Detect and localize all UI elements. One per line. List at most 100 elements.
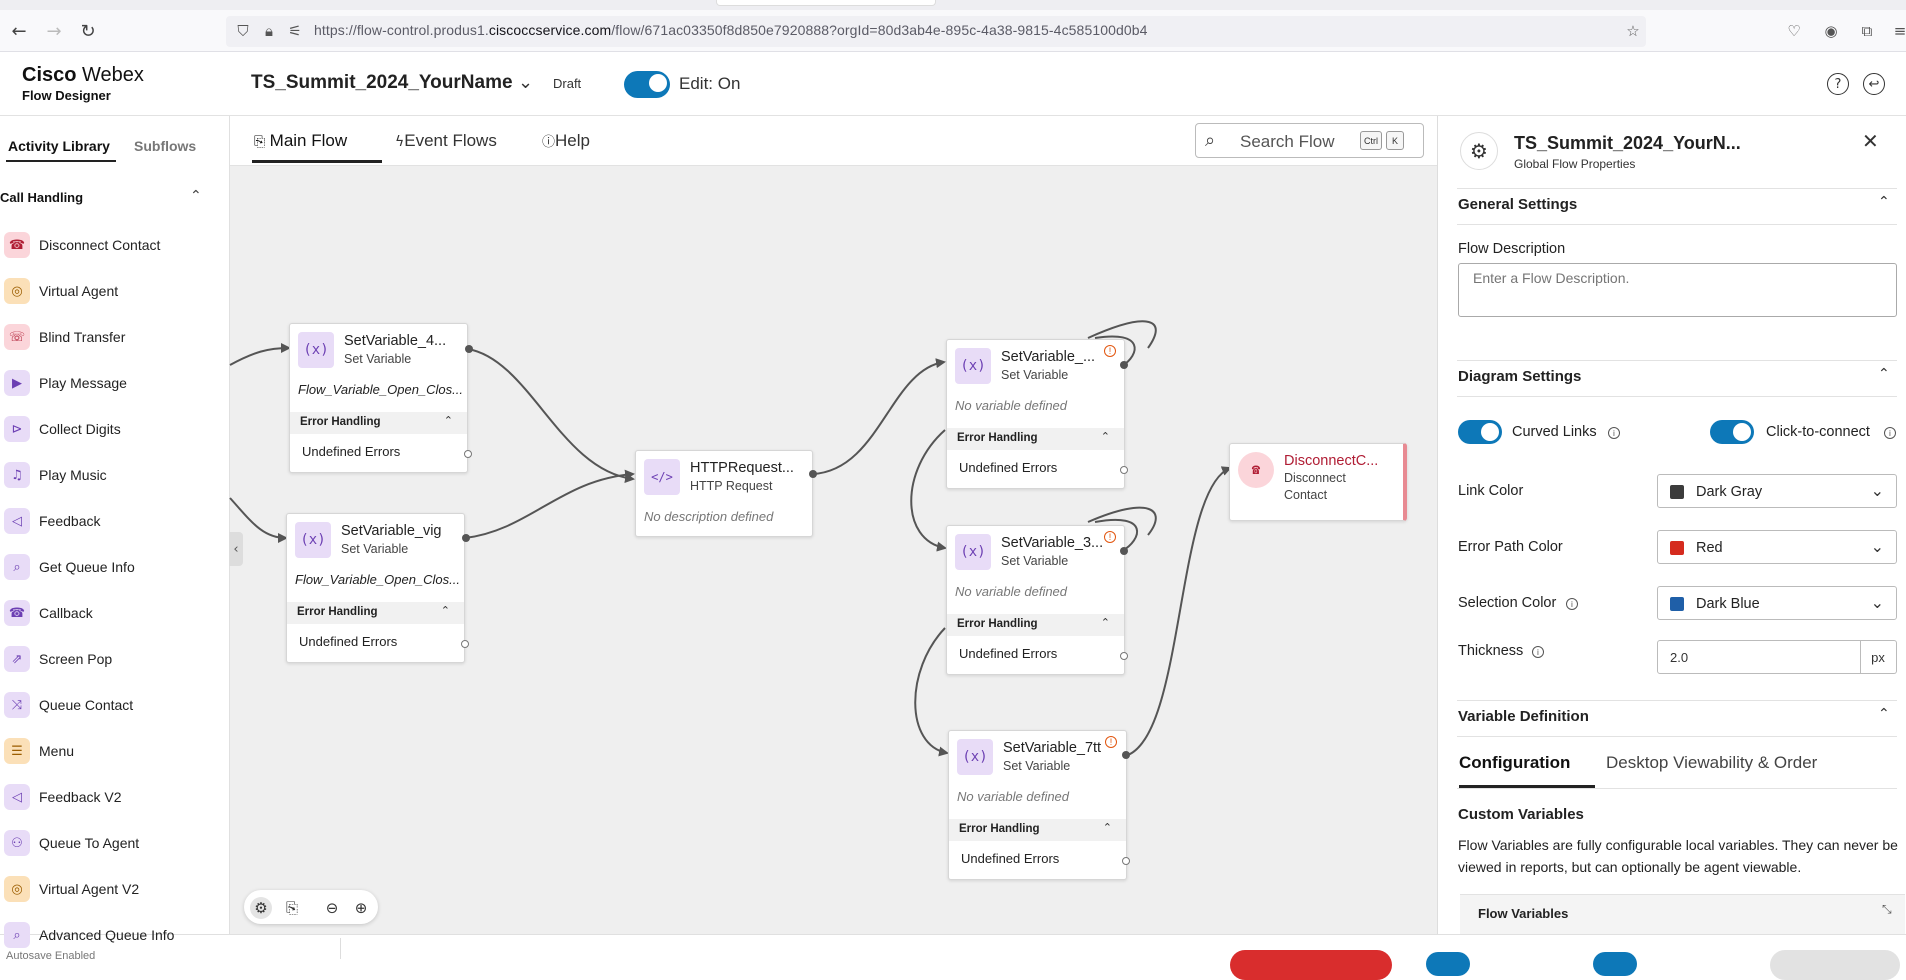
error-port[interactable]	[461, 640, 469, 648]
info-icon[interactable]: i	[1884, 427, 1896, 439]
chevron-up-icon[interactable]: ⌃	[1101, 616, 1110, 629]
click-to-connect-toggle[interactable]	[1710, 420, 1754, 444]
chevron-up-icon[interactable]: ⌃	[441, 604, 450, 617]
activity-item[interactable]: ⊳ Collect Digits	[0, 410, 228, 450]
expand-icon[interactable]: ⤡	[1882, 902, 1892, 917]
section-diagram-settings[interactable]: Diagram Settings	[1458, 368, 1581, 385]
activity-item[interactable]: ⚇ Queue To Agent	[0, 824, 228, 864]
back-arrow-icon[interactable]: ←	[8, 20, 30, 42]
tab-activity-library[interactable]: Activity Library	[8, 138, 110, 154]
pocket-icon[interactable]: ♡	[1783, 20, 1805, 42]
section-general-settings[interactable]: General Settings	[1458, 196, 1577, 213]
shield-icon[interactable]: ⛉	[232, 20, 254, 42]
tab-configuration[interactable]: Configuration	[1459, 753, 1570, 773]
activity-item[interactable]: ♫ Play Music	[0, 456, 228, 496]
error-handling-header[interactable]: Error Handling ⌃	[947, 428, 1124, 450]
browser-tab[interactable]	[716, 0, 936, 6]
error-port[interactable]	[1120, 466, 1128, 474]
close-icon[interactable]: ✕	[1862, 129, 1879, 153]
output-port[interactable]	[465, 345, 473, 353]
warning-icon[interactable]: !	[1105, 736, 1117, 748]
chevron-down-icon[interactable]: ⌄	[518, 72, 533, 93]
node-setvariable-3[interactable]: (x) SetVariable_3... Set Variable No var…	[946, 525, 1125, 675]
output-port[interactable]	[1120, 361, 1128, 369]
tab-help[interactable]: ⓘHelp	[542, 131, 590, 151]
zoom-in-icon[interactable]: ⊕	[350, 897, 372, 919]
footer-toggle-2[interactable]	[1593, 952, 1637, 976]
gear-icon[interactable]: ⚙	[250, 897, 272, 919]
help-icon[interactable]: ?	[1827, 73, 1849, 95]
activity-item[interactable]: ◎ Virtual Agent	[0, 272, 228, 312]
reload-icon[interactable]: ↻	[77, 20, 99, 42]
info-icon[interactable]: i	[1532, 646, 1544, 658]
activity-item[interactable]: ◎ Virtual Agent V2	[0, 870, 228, 910]
account-icon[interactable]: ◉	[1820, 20, 1842, 42]
section-call-handling[interactable]: Call Handling	[0, 190, 83, 205]
tab-desktop-viewability[interactable]: Desktop Viewability & Order	[1606, 753, 1817, 773]
activity-item[interactable]: ☎ Callback	[0, 594, 228, 634]
error-port[interactable]	[1120, 652, 1128, 660]
lock-icon[interactable]: 🔒︎	[258, 20, 280, 42]
activity-item[interactable]: ⇗ Screen Pop	[0, 640, 228, 680]
error-port[interactable]	[464, 450, 472, 458]
chevron-up-icon[interactable]: ⌃	[190, 188, 202, 204]
warning-icon[interactable]: !	[1104, 345, 1116, 357]
error-handling-header[interactable]: Error Handling ⌃	[947, 614, 1124, 636]
activity-item[interactable]: ◁ Feedback V2	[0, 778, 228, 818]
error-handling-header[interactable]: Error Handling ⌃	[290, 412, 467, 434]
link-color-select[interactable]: Dark Gray ⌄	[1657, 474, 1897, 508]
node-setvariable-a[interactable]: (x) SetVariable_... Set Variable No vari…	[946, 339, 1125, 489]
clipboard-icon[interactable]: ⎘	[281, 897, 303, 919]
permissions-icon[interactable]: ⚟	[284, 20, 306, 42]
publish-button[interactable]	[1230, 950, 1392, 980]
footer-toggle-1[interactable]	[1426, 952, 1470, 976]
footer-secondary-button[interactable]	[1770, 950, 1900, 980]
tab-event-flows[interactable]: ϟEvent Flows	[395, 131, 497, 151]
activity-item[interactable]: ⌕ Advanced Queue Info	[0, 916, 228, 956]
activity-item[interactable]: ◁ Feedback	[0, 502, 228, 542]
activity-item[interactable]: ☎ Disconnect Contact	[0, 226, 228, 266]
zoom-out-icon[interactable]: ⊖	[321, 897, 343, 919]
activity-item[interactable]: ☏ Blind Transfer	[0, 318, 228, 358]
chevron-up-icon[interactable]: ⌃	[1878, 706, 1890, 722]
activity-item[interactable]: ⌕ Get Queue Info	[0, 548, 228, 588]
activity-item[interactable]: ☰ Menu	[0, 732, 228, 772]
activity-item[interactable]: ▶ Play Message	[0, 364, 228, 404]
thickness-input[interactable]	[1657, 640, 1861, 674]
selection-color-select[interactable]: Dark Blue ⌄	[1657, 586, 1897, 620]
tab-main-flow[interactable]: ⎘ Main Flow	[254, 131, 347, 151]
info-icon[interactable]: i	[1566, 598, 1578, 610]
curved-links-toggle[interactable]	[1458, 420, 1502, 444]
error-handling-header[interactable]: Error Handling ⌃	[287, 602, 464, 624]
output-port[interactable]	[462, 534, 470, 542]
node-setvariable-vig[interactable]: (x) SetVariable_vig Set Variable Flow_Va…	[286, 513, 465, 663]
chevron-up-icon[interactable]: ⌃	[1103, 821, 1112, 834]
forward-arrow-icon[interactable]: →	[43, 20, 65, 42]
chevron-up-icon[interactable]: ⌃	[444, 414, 453, 427]
extensions-icon[interactable]: ⧉	[1856, 20, 1878, 42]
output-port[interactable]	[809, 470, 817, 478]
chevron-up-icon[interactable]: ⌃	[1878, 366, 1890, 382]
exit-icon[interactable]: ↩	[1863, 73, 1885, 95]
error-path-color-select[interactable]: Red ⌄	[1657, 530, 1897, 564]
error-handling-header[interactable]: Error Handling ⌃	[949, 819, 1126, 841]
chevron-up-icon[interactable]: ⌃	[1101, 430, 1110, 443]
node-setvariable-4[interactable]: (x) SetVariable_4... Set Variable Flow_V…	[289, 323, 468, 473]
chevron-up-icon[interactable]: ⌃	[1878, 194, 1890, 210]
collapse-sidebar-handle[interactable]: ‹	[229, 532, 243, 566]
info-icon[interactable]: i	[1608, 427, 1620, 439]
node-http-request[interactable]: </> HTTPRequest... HTTP Request No descr…	[635, 450, 813, 537]
section-variable-definition[interactable]: Variable Definition	[1458, 708, 1589, 725]
bookmark-star-icon[interactable]: ☆	[1622, 20, 1644, 42]
warning-icon[interactable]: !	[1104, 531, 1116, 543]
node-setvariable-7tt[interactable]: (x) SetVariable_7tt Set Variable No vari…	[948, 730, 1127, 880]
output-port[interactable]	[1120, 547, 1128, 555]
node-disconnect-contact[interactable]: ☎ DisconnectC... Disconnect Contact	[1229, 443, 1407, 521]
activity-item[interactable]: ⤨ Queue Contact	[0, 686, 228, 726]
error-port[interactable]	[1122, 857, 1130, 865]
flow-title[interactable]: TS_Summit_2024_YourName	[251, 72, 513, 94]
browser-menu-icon[interactable]: ≡	[1889, 20, 1906, 42]
edit-toggle[interactable]	[624, 71, 670, 98]
flow-description-field[interactable]	[1458, 263, 1897, 317]
tab-subflows[interactable]: Subflows	[134, 138, 196, 154]
